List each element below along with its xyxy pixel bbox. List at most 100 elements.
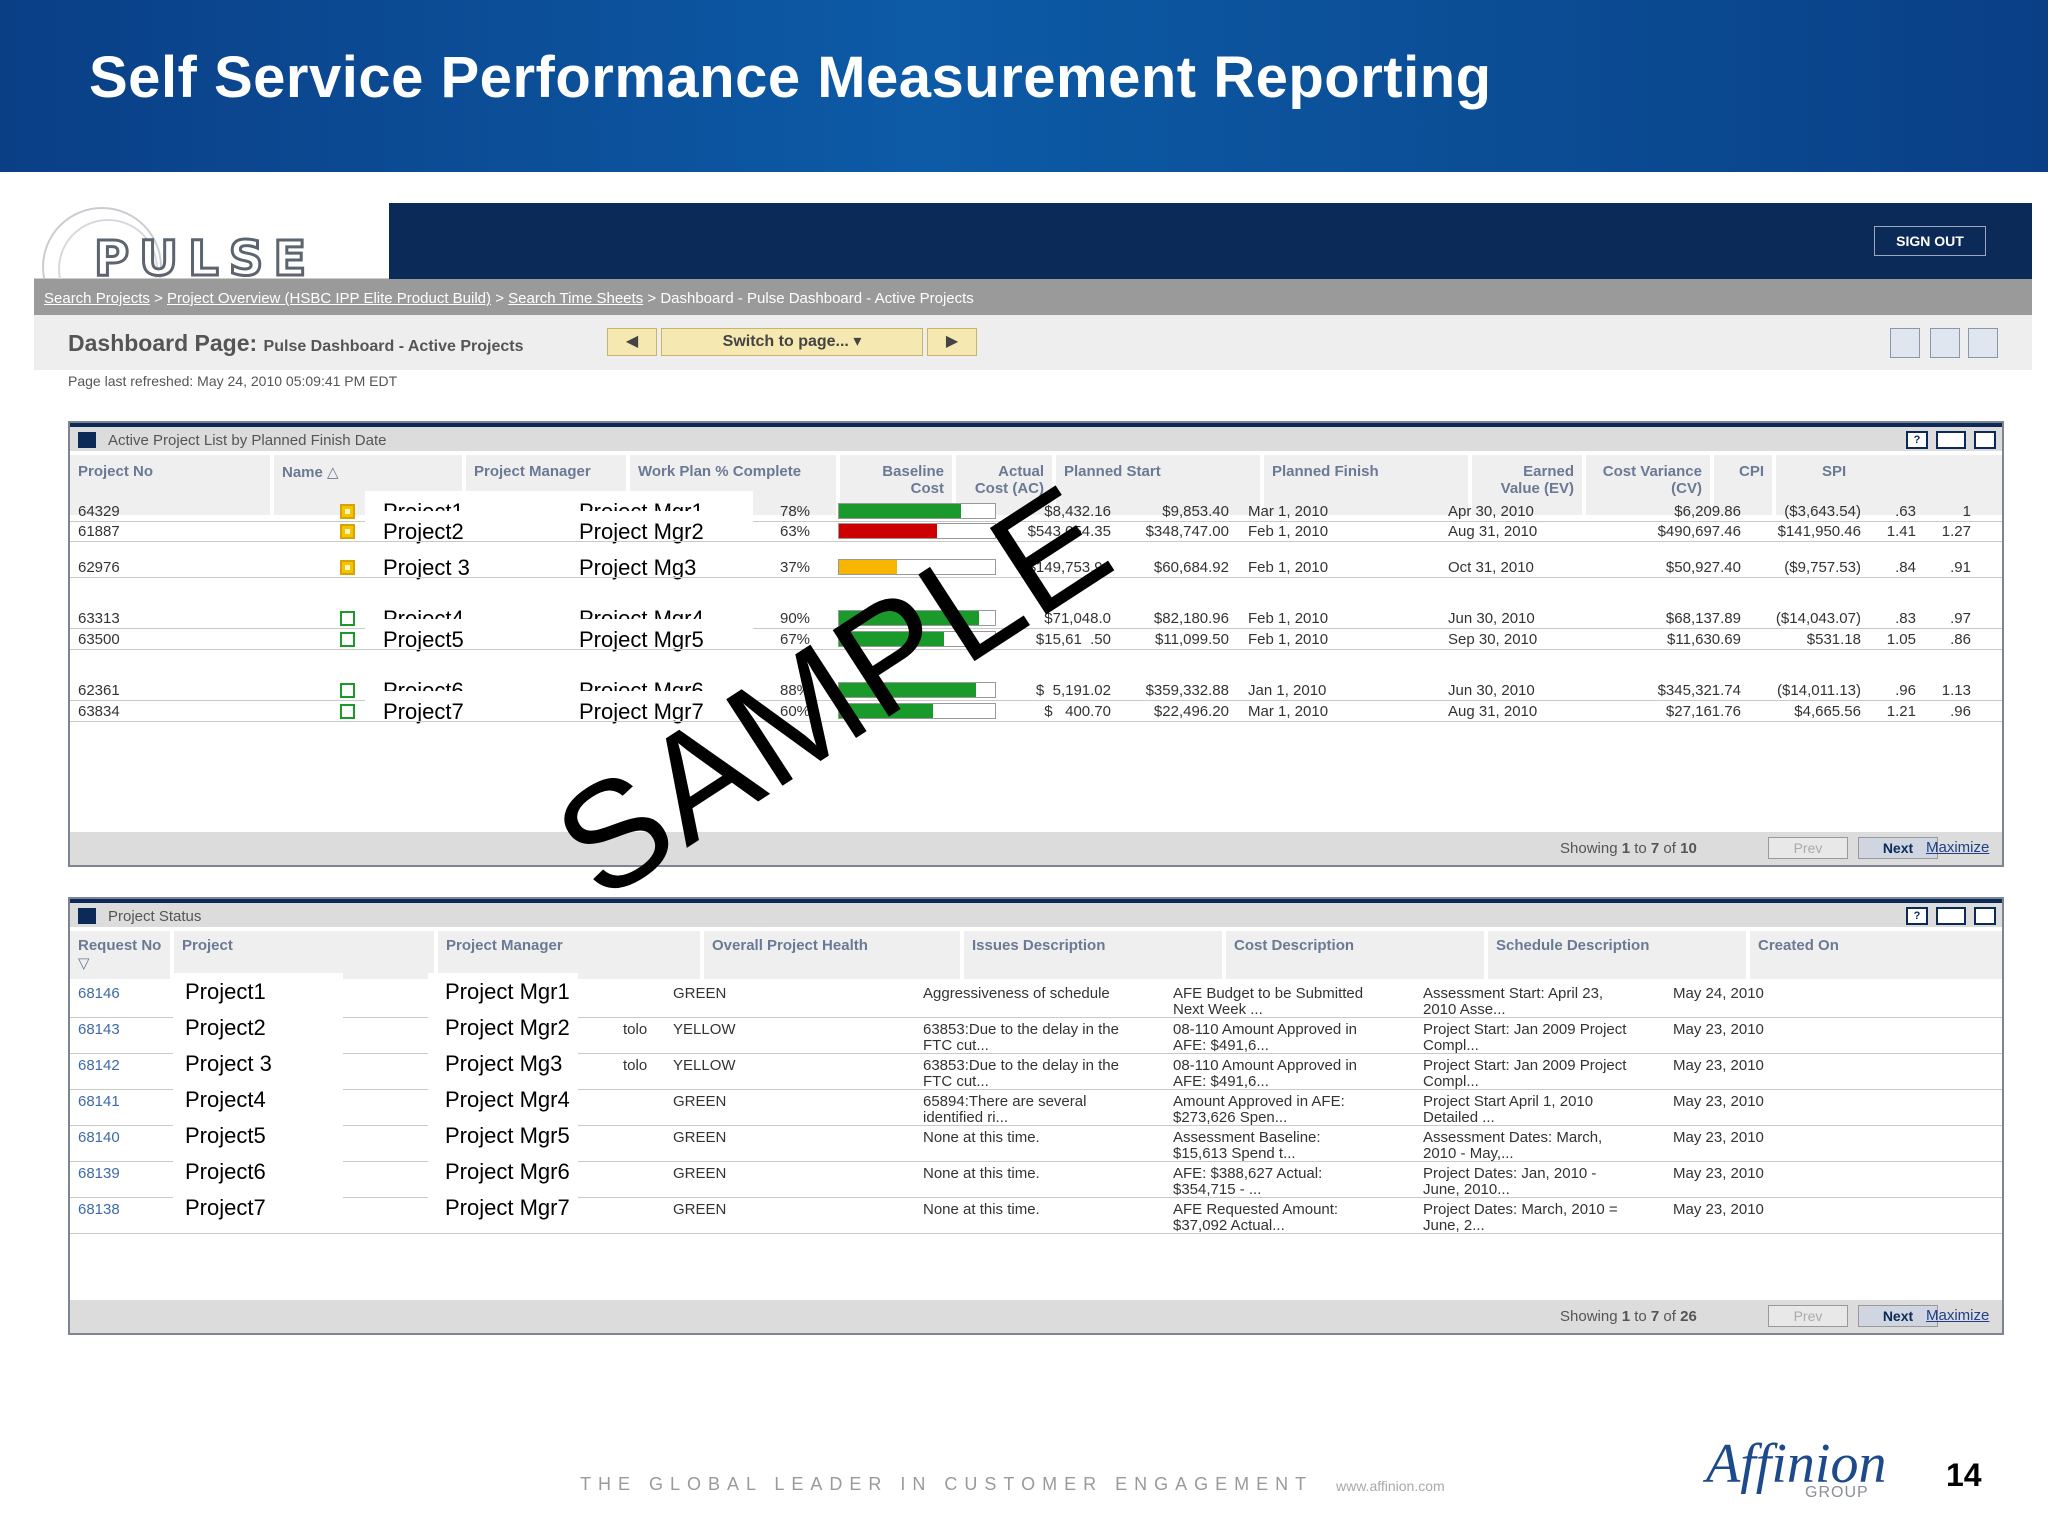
- created-on: May 23, 2010: [1673, 1201, 1764, 1218]
- project-name[interactable]: Project5: [185, 1123, 266, 1149]
- project-name[interactable]: Project4: [185, 1087, 266, 1113]
- export-pdf-icon[interactable]: [1930, 328, 1960, 358]
- next-page-button[interactable]: ▶: [927, 328, 977, 356]
- overall-health: GREEN: [673, 1093, 727, 1110]
- col-overall-health[interactable]: Overall Project Health: [704, 931, 960, 979]
- request-no[interactable]: 68146: [78, 985, 120, 1002]
- project-no: 63313: [78, 610, 120, 627]
- project-no: 63500: [78, 631, 120, 648]
- cost-line1: 08-110 Amount Approved in: [1173, 1021, 1358, 1038]
- dashboard-page-title: Dashboard Page: Pulse Dashboard - Active…: [68, 330, 524, 356]
- maximize-icon[interactable]: [1974, 907, 1996, 925]
- cpi: .96: [1895, 682, 1916, 699]
- panel-title: Active Project List by Planned Finish Da…: [108, 432, 387, 449]
- project-no: 62361: [78, 682, 120, 699]
- cost-line2: $273,626 Spen...: [1173, 1109, 1288, 1126]
- breadcrumb-project-overview[interactable]: Project Overview (HSBC IPP Elite Product…: [167, 290, 491, 307]
- restore-icon[interactable]: [1936, 907, 1966, 925]
- restore-icon[interactable]: [1936, 431, 1966, 449]
- slide-header: Self Service Performance Measurement Rep…: [0, 0, 2048, 172]
- prev-page-button[interactable]: ◀: [607, 328, 657, 356]
- actual-cost: $22,496.20: [1153, 703, 1229, 720]
- sign-out-button[interactable]: SIGN OUT: [1874, 226, 1986, 256]
- maximize-link[interactable]: Maximize: [1926, 1307, 1989, 1324]
- maximize-link[interactable]: Maximize: [1926, 839, 1989, 856]
- issues-line2: FTC cut...: [923, 1073, 989, 1090]
- col-schedule-description[interactable]: Schedule Description: [1488, 931, 1746, 979]
- project-name[interactable]: Project 3: [185, 1051, 272, 1077]
- page-number: 14: [1946, 1457, 1982, 1493]
- planned-start: Mar 1, 2010: [1248, 703, 1329, 720]
- col-project[interactable]: Project: [174, 931, 434, 979]
- col-project-manager[interactable]: Project Manager: [438, 931, 700, 979]
- maximize-icon[interactable]: [1974, 431, 1996, 449]
- cost-line2: $15,613 Spend t...: [1173, 1145, 1296, 1162]
- issues-line1: None at this time.: [923, 1201, 1040, 1218]
- request-no[interactable]: 68138: [78, 1201, 120, 1218]
- project-manager: Project Mgr7: [445, 1195, 570, 1220]
- schedule-line2: Compl...: [1423, 1037, 1479, 1054]
- cost-line2: $354,715 - ...: [1173, 1181, 1262, 1198]
- project-manager: Project Mgr1: [445, 979, 570, 1004]
- earned-value: $490,697.46: [1657, 523, 1741, 540]
- project-no: 64329: [78, 503, 120, 520]
- percent-complete: 63%: [780, 523, 811, 540]
- planned-finish: Jun 30, 2010: [1448, 610, 1535, 627]
- collapse-icon[interactable]: [78, 908, 96, 924]
- issues-line2: FTC cut...: [923, 1037, 989, 1054]
- prev-button[interactable]: Prev: [1768, 837, 1848, 859]
- app-topbar: PULSE SIGN OUT: [34, 203, 2032, 327]
- project-no: 61887: [78, 523, 120, 540]
- customize-icon[interactable]: [1890, 328, 1920, 358]
- request-no[interactable]: 68143: [78, 1021, 120, 1038]
- cpi: .63: [1895, 503, 1916, 520]
- col-created-on[interactable]: Created On: [1750, 931, 2002, 979]
- spi: .97: [1950, 610, 1971, 627]
- request-no[interactable]: 68142: [78, 1057, 120, 1074]
- col-request-no[interactable]: Request No ▽: [70, 931, 170, 979]
- planned-finish: Aug 31, 2010: [1448, 523, 1538, 540]
- request-no[interactable]: 68139: [78, 1165, 120, 1182]
- panel-title: Project Status: [108, 908, 202, 925]
- cost-line2: AFE: $491,6...: [1173, 1073, 1269, 1090]
- footer-tagline: THE GLOBAL LEADER IN CUSTOMER ENGAGEMENT: [580, 1474, 1314, 1494]
- switch-page-dropdown[interactable]: Switch to page... ▾: [661, 328, 923, 356]
- project-name[interactable]: Project2: [185, 1015, 266, 1041]
- actual-cost: $348,747.00: [1145, 523, 1229, 540]
- planned-start: Feb 1, 2010: [1248, 559, 1329, 576]
- breadcrumb-search-projects[interactable]: Search Projects: [44, 290, 150, 307]
- print-icon[interactable]: [1968, 328, 1998, 358]
- breadcrumb-search-time-sheets[interactable]: Search Time Sheets: [508, 290, 643, 307]
- status-indicator: [340, 632, 355, 647]
- project-name[interactable]: Project1: [185, 979, 266, 1005]
- issues-line1: 63853:Due to the delay in the: [923, 1021, 1119, 1038]
- collapse-icon[interactable]: [78, 432, 96, 448]
- created-on: May 23, 2010: [1673, 1093, 1764, 1110]
- status-indicator: [340, 560, 355, 575]
- cost-variance: ($3,643.54): [1784, 503, 1861, 520]
- schedule-line1: Project Start: Jan 2009 Project: [1423, 1021, 1627, 1038]
- earned-value: $11,630.69: [1667, 631, 1741, 648]
- cost-line1: AFE Budget to be Submitted: [1173, 985, 1364, 1002]
- cost-line1: AFE: $388,627 Actual:: [1173, 1165, 1323, 1182]
- issues-line2: identified ri...: [923, 1109, 1009, 1126]
- col-issues[interactable]: Issues Description: [964, 931, 1222, 979]
- cost-line1: Assessment Baseline:: [1173, 1129, 1321, 1146]
- manager-extra: tolo: [623, 1021, 648, 1038]
- col-cost-description[interactable]: Cost Description: [1226, 931, 1484, 979]
- cpi: 1.41: [1886, 523, 1916, 540]
- project-name[interactable]: Project6: [185, 1159, 266, 1185]
- schedule-line2: June, 2...: [1423, 1217, 1485, 1234]
- help-icon[interactable]: ?: [1906, 431, 1928, 449]
- created-on: May 23, 2010: [1673, 1165, 1764, 1182]
- row-divider: [70, 1161, 2002, 1162]
- cpi: .84: [1895, 559, 1916, 576]
- help-icon[interactable]: ?: [1906, 907, 1928, 925]
- actual-cost: $9,853.40: [1162, 503, 1229, 520]
- panel-footer: Showing 1 to 7 of 26 Prev Next Maximize: [70, 1300, 2002, 1333]
- request-no[interactable]: 68141: [78, 1093, 120, 1110]
- project-name[interactable]: Project7: [185, 1195, 266, 1221]
- col-spi[interactable]: SPI: [1822, 463, 1846, 480]
- prev-button[interactable]: Prev: [1768, 1305, 1848, 1327]
- request-no[interactable]: 68140: [78, 1129, 120, 1146]
